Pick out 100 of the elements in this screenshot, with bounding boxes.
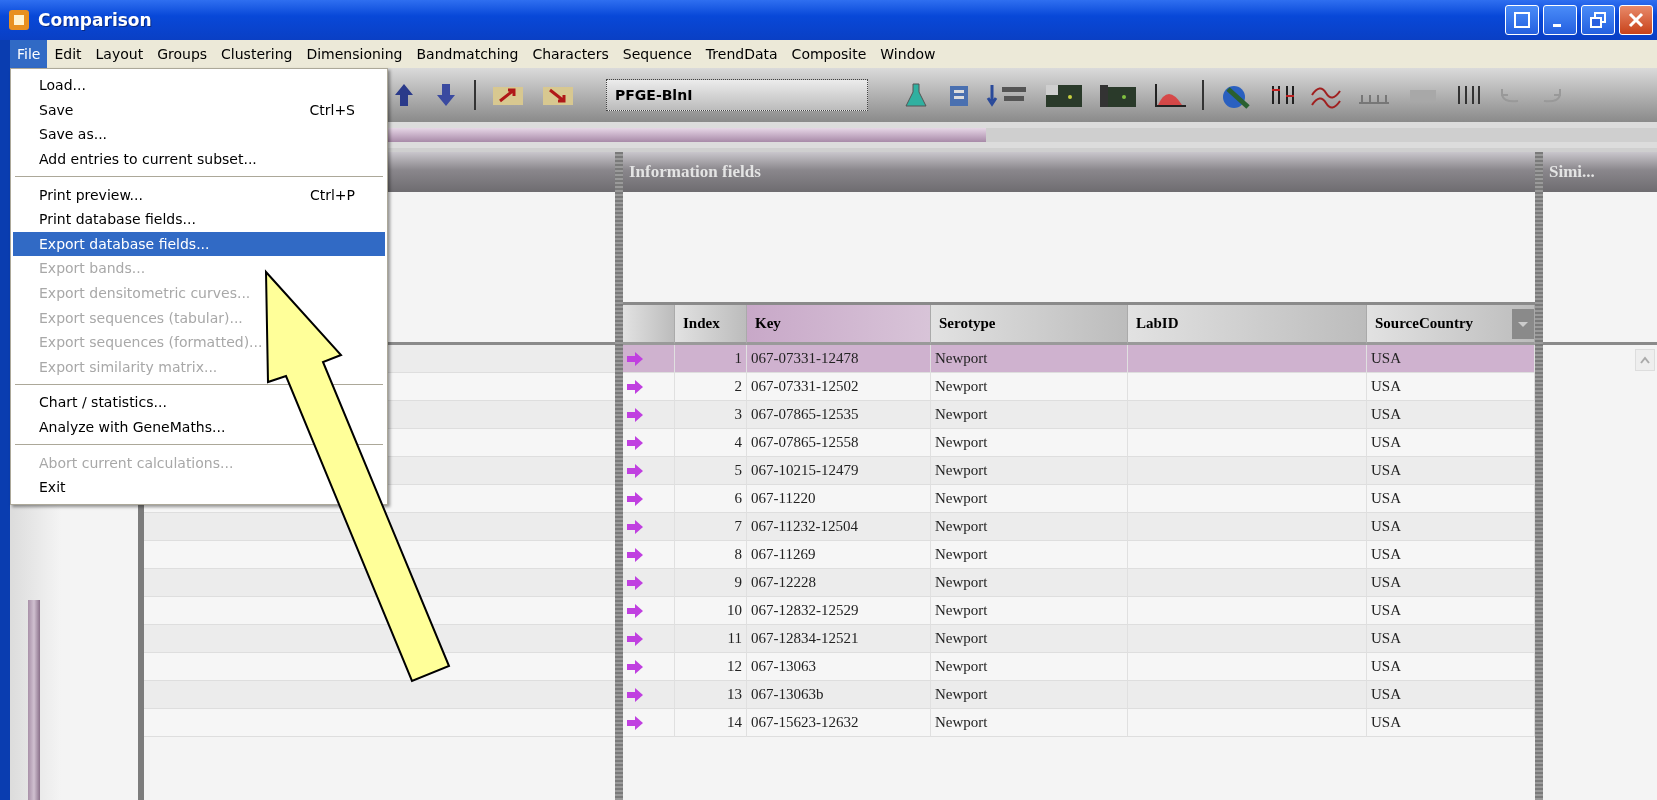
minimize-button[interactable] xyxy=(1543,5,1577,35)
table-cell: Newport xyxy=(931,457,1128,485)
table-cell: 1 xyxy=(675,345,747,373)
table-cell: 7 xyxy=(675,513,747,541)
arrow-icon xyxy=(627,547,643,562)
table-cell: 4 xyxy=(675,429,747,457)
menu-title[interactable]: Window xyxy=(873,40,943,68)
table-cell: Newport xyxy=(931,513,1128,541)
menu-item[interactable]: Chart / statistics... xyxy=(13,390,385,415)
row-marker[interactable] xyxy=(623,401,675,429)
arrow-icon xyxy=(627,603,643,618)
table-cell: 067-07865-12535 xyxy=(747,401,931,429)
menu-item[interactable]: Add entries to current subset... xyxy=(13,146,385,172)
table-cell: 9 xyxy=(675,569,747,597)
arrow-icon xyxy=(627,687,643,702)
row-marker[interactable] xyxy=(623,541,675,569)
menu-item[interactable]: Exit xyxy=(13,474,385,500)
menu-title[interactable]: Sequence xyxy=(615,40,699,68)
row-marker[interactable] xyxy=(623,653,675,681)
arrow-icon xyxy=(627,351,643,366)
menu-title[interactable]: Characters xyxy=(525,40,616,68)
table-cell: USA xyxy=(1367,709,1535,737)
column-header[interactable]: Key xyxy=(747,305,931,345)
menu-item[interactable]: Print preview... Ctrl+P xyxy=(13,182,385,207)
table-cell: Newport xyxy=(931,401,1128,429)
panel-title: Simi... xyxy=(1549,162,1595,182)
scroll-up-button[interactable] xyxy=(1635,349,1655,371)
row-marker[interactable] xyxy=(623,457,675,485)
menu-item[interactable]: Save Ctrl+S xyxy=(13,97,385,123)
arrow-icon xyxy=(627,659,643,674)
table-cell: 8 xyxy=(675,541,747,569)
restore-button[interactable] xyxy=(1581,5,1615,35)
column-header[interactable]: LabID xyxy=(1128,305,1367,345)
curve-chart-icon[interactable] xyxy=(1152,81,1188,109)
table-cell: 11 xyxy=(675,625,747,653)
table-cell: Newport xyxy=(931,373,1128,401)
row-marker[interactable] xyxy=(623,345,675,373)
column-header[interactable]: Serotype xyxy=(931,305,1128,345)
table-cell: 067-11269 xyxy=(747,541,931,569)
row-marker[interactable] xyxy=(623,597,675,625)
column-header[interactable]: SourceCountry xyxy=(1367,305,1535,345)
arrow-icon xyxy=(627,435,643,450)
menu-title[interactable]: File xyxy=(10,40,48,68)
minimize-icon xyxy=(1553,23,1561,27)
arrow-icon xyxy=(627,631,643,646)
table-cell: Newport xyxy=(931,653,1128,681)
row-marker[interactable] xyxy=(623,513,675,541)
row-marker[interactable] xyxy=(623,681,675,709)
row-marker[interactable] xyxy=(623,429,675,457)
flask-icon[interactable] xyxy=(902,81,930,109)
table-cell: 067-10215-12479 xyxy=(747,457,931,485)
table-cell: 067-12834-12521 xyxy=(747,625,931,653)
table-cell: 067-15623-12632 xyxy=(747,709,931,737)
menu-item[interactable]: Load... xyxy=(13,73,385,98)
menu-title[interactable]: TrendData xyxy=(698,40,785,68)
menu-title[interactable]: Dimensioning xyxy=(299,40,410,68)
row-marker[interactable] xyxy=(623,625,675,653)
caret-icon xyxy=(1640,356,1650,364)
table-cell: Newport xyxy=(931,709,1128,737)
menu-title[interactable]: Layout xyxy=(88,40,151,68)
menu-title[interactable]: Edit xyxy=(47,40,89,68)
experiment-field[interactable]: PFGE-BlnI xyxy=(606,79,868,111)
table-cell: 067-11232-12504 xyxy=(747,513,931,541)
table-cell: 067-12832-12529 xyxy=(747,597,931,625)
arrow-icon xyxy=(627,519,643,534)
row-marker[interactable] xyxy=(623,709,675,737)
menu-item[interactable]: Analyze with GeneMaths... xyxy=(13,414,385,440)
table-cell: 067-12228 xyxy=(747,569,931,597)
table-cell: 13 xyxy=(675,681,747,709)
table-cell: 10 xyxy=(675,597,747,625)
window-title: Comparison xyxy=(38,10,153,30)
table-cell: USA xyxy=(1367,401,1535,429)
column-header[interactable]: Index xyxy=(675,305,747,345)
scrollbar-thumb[interactable] xyxy=(28,600,40,800)
table-cell: USA xyxy=(1367,597,1535,625)
table-cell: USA xyxy=(1367,485,1535,513)
layout-button[interactable] xyxy=(1505,5,1539,35)
arrow-icon xyxy=(627,407,643,422)
row-marker[interactable] xyxy=(623,485,675,513)
close-button[interactable] xyxy=(1619,5,1653,35)
menu-item[interactable]: Print database fields... xyxy=(13,206,385,232)
menu-title[interactable]: Composite xyxy=(784,40,874,68)
table-cell: 067-13063b xyxy=(747,681,931,709)
table-cell: USA xyxy=(1367,569,1535,597)
menu-title[interactable]: Clustering xyxy=(214,40,300,68)
menu-item[interactable]: Export database fields... xyxy=(13,231,385,257)
table-cell: 5 xyxy=(675,457,747,485)
arrow-icon xyxy=(627,463,643,478)
table-cell: USA xyxy=(1367,541,1535,569)
menu-title[interactable]: Bandmatching xyxy=(409,40,526,68)
close-icon xyxy=(1627,11,1645,29)
row-marker[interactable] xyxy=(623,569,675,597)
table-cell: USA xyxy=(1367,345,1535,373)
column-header[interactable] xyxy=(623,305,675,345)
menu-title[interactable]: Groups xyxy=(150,40,215,68)
row-marker[interactable] xyxy=(623,373,675,401)
table-cell: Newport xyxy=(931,345,1128,373)
table-cell: 2 xyxy=(675,373,747,401)
dropdown-icon[interactable] xyxy=(1512,309,1534,339)
table-cell: USA xyxy=(1367,625,1535,653)
